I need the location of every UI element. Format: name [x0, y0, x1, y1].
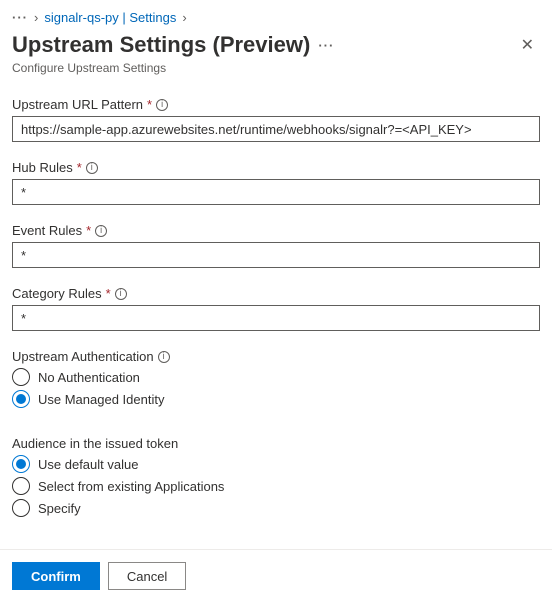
radio-label: Select from existing Applications: [38, 479, 224, 494]
radio-label: Specify: [38, 501, 81, 516]
breadcrumb-more-icon[interactable]: ···: [12, 10, 28, 25]
header-more-icon[interactable]: ···: [318, 38, 334, 53]
field-hub-rules: Hub Rules * i: [12, 160, 540, 205]
required-indicator: *: [86, 223, 91, 238]
page-title: Upstream Settings (Preview): [12, 32, 310, 58]
info-icon[interactable]: i: [86, 162, 98, 174]
field-upstream-auth: Upstream Authentication i No Authenticat…: [12, 349, 540, 408]
cancel-button[interactable]: Cancel: [108, 562, 186, 590]
page-subtitle: Configure Upstream Settings: [12, 61, 540, 75]
radio-no-authentication[interactable]: No Authentication: [12, 368, 540, 386]
info-icon[interactable]: i: [95, 225, 107, 237]
label-audience: Audience in the issued token: [12, 436, 178, 451]
label-category-rules: Category Rules: [12, 286, 102, 301]
radio-icon: [12, 390, 30, 408]
input-category-rules[interactable]: [12, 305, 540, 331]
info-icon[interactable]: i: [158, 351, 170, 363]
field-audience: Audience in the issued token Use default…: [12, 436, 540, 517]
radio-icon: [12, 499, 30, 517]
chevron-right-icon: ›: [182, 10, 186, 25]
confirm-button[interactable]: Confirm: [12, 562, 100, 590]
info-icon[interactable]: i: [115, 288, 127, 300]
info-icon[interactable]: i: [156, 99, 168, 111]
input-hub-rules[interactable]: [12, 179, 540, 205]
required-indicator: *: [77, 160, 82, 175]
breadcrumb: ··· › signalr-qs-py | Settings ›: [12, 10, 540, 25]
radio-select-existing-applications[interactable]: Select from existing Applications: [12, 477, 540, 495]
field-category-rules: Category Rules * i: [12, 286, 540, 331]
label-hub-rules: Hub Rules: [12, 160, 73, 175]
radio-label: Use Managed Identity: [38, 392, 164, 407]
field-event-rules: Event Rules * i: [12, 223, 540, 268]
input-event-rules[interactable]: [12, 242, 540, 268]
radio-use-managed-identity[interactable]: Use Managed Identity: [12, 390, 540, 408]
label-url-pattern: Upstream URL Pattern: [12, 97, 143, 112]
breadcrumb-link-settings[interactable]: signalr-qs-py | Settings: [44, 10, 176, 25]
chevron-right-icon: ›: [34, 10, 38, 25]
radio-label: Use default value: [38, 457, 138, 472]
close-icon[interactable]: ✕: [515, 31, 540, 59]
required-indicator: *: [106, 286, 111, 301]
radio-use-default-value[interactable]: Use default value: [12, 455, 540, 473]
footer: Confirm Cancel: [0, 549, 552, 602]
label-upstream-auth: Upstream Authentication: [12, 349, 154, 364]
radio-icon: [12, 455, 30, 473]
radio-specify[interactable]: Specify: [12, 499, 540, 517]
radio-icon: [12, 368, 30, 386]
required-indicator: *: [147, 97, 152, 112]
label-event-rules: Event Rules: [12, 223, 82, 238]
radio-icon: [12, 477, 30, 495]
radio-label: No Authentication: [38, 370, 140, 385]
field-url-pattern: Upstream URL Pattern * i: [12, 97, 540, 142]
input-url-pattern[interactable]: [12, 116, 540, 142]
